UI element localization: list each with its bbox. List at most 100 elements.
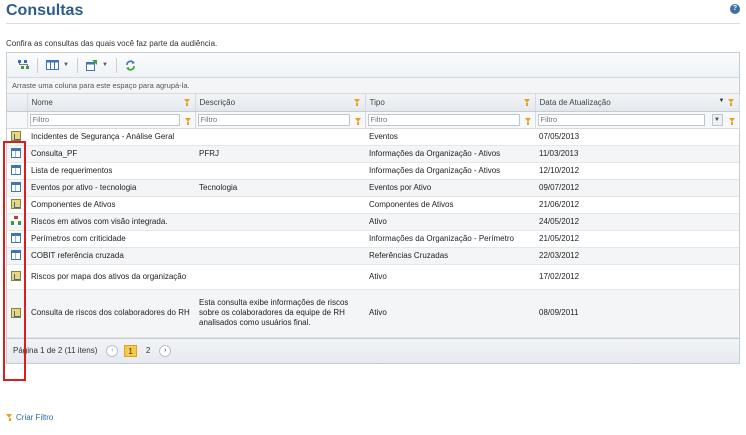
group-tree-button[interactable]	[13, 57, 34, 74]
cell-nome[interactable]: Eventos por ativo - tecnologia	[27, 179, 195, 197]
columns-button[interactable]: ▼	[41, 57, 74, 74]
cell-tipo: Eventos	[365, 128, 535, 146]
table-row[interactable]: Incidentes de Segurança - Análise Geral E…	[7, 128, 739, 146]
column-header-label: Nome	[31, 97, 53, 107]
cell-tipo: Ativo	[365, 213, 535, 231]
export-button[interactable]: ▼	[81, 57, 113, 74]
column-header-descricao[interactable]: Descrição	[195, 94, 366, 112]
cell-descricao	[195, 247, 365, 265]
table-row[interactable]: Componentes de Ativos Componentes de Ativ…	[7, 196, 739, 214]
cell-tipo: Ativo	[365, 264, 535, 290]
queries-table: Nome Descrição Tipo Data de Atualização ▼…	[7, 94, 740, 338]
cell-descricao	[195, 162, 365, 180]
cell-data: 12/10/2012	[535, 162, 739, 180]
cell-descricao: PFRJ	[195, 145, 365, 163]
toolbar-separator	[115, 57, 117, 73]
filter-funnel-icon[interactable]	[354, 117, 362, 125]
column-header-data[interactable]: Data de Atualização ▼	[535, 94, 740, 112]
filter-funnel-icon[interactable]	[524, 117, 532, 125]
refresh-icon	[125, 60, 135, 70]
title-divider	[6, 23, 740, 24]
cell-descricao	[195, 230, 365, 248]
create-filter-link[interactable]: Criar Filtro	[6, 413, 53, 422]
cell-tipo: Ativo	[365, 289, 535, 338]
cell-tipo: Informações da Organização - Ativos	[365, 162, 535, 180]
cell-data: 17/02/2012	[535, 264, 739, 290]
cell-descricao	[195, 213, 365, 231]
table-row[interactable]: Eventos por ativo - tecnologia Tecnologia…	[7, 179, 739, 197]
table-row[interactable]: Consulta de riscos dos colaboradores do …	[7, 289, 739, 338]
cell-nome[interactable]: Lista de requerimentos	[27, 162, 195, 180]
cell-tipo: Eventos por Ativo	[365, 179, 535, 197]
pager: Página 1 de 2 (11 itens) ‹ 1 2 ›	[7, 337, 739, 363]
sort-descending-icon[interactable]: ▼	[719, 98, 725, 104]
cell-nome[interactable]: COBIT referência cruzada	[27, 247, 195, 265]
page-1-button[interactable]: 1	[124, 344, 137, 357]
page-2-button[interactable]: 2	[143, 345, 153, 357]
cell-data: 22/03/2012	[535, 247, 739, 265]
cell-descricao	[195, 264, 365, 290]
cell-descricao	[195, 196, 365, 214]
columns-icon	[46, 60, 59, 70]
date-filter-dropdown-icon[interactable]: ▼	[711, 113, 723, 126]
cell-descricao: Tecnologia	[195, 179, 365, 197]
cell-nome[interactable]: Consulta de riscos dos colaboradores do …	[27, 289, 195, 338]
row-icons-highlight	[3, 141, 26, 381]
filter-cell-empty	[7, 111, 28, 129]
cell-nome[interactable]: Perímetros com criticidade	[27, 230, 195, 248]
column-header-tipo[interactable]: Tipo	[365, 94, 536, 112]
filter-funnel-icon[interactable]	[183, 99, 191, 106]
queries-grid: ▼ ▼ Arraste uma coluna para este espaço …	[6, 52, 740, 364]
table-row[interactable]: Consulta_PF PFRJ Informações da Organizaçã…	[7, 145, 739, 163]
cell-tipo: Informações da Organização - Ativos	[365, 145, 535, 163]
filter-input-nome[interactable]	[29, 113, 180, 126]
column-header-label: Data de Atualização	[539, 97, 611, 107]
page-subtitle: Confira as consultas das quais você faz …	[6, 39, 218, 48]
filter-funnel-icon[interactable]	[727, 99, 735, 106]
filter-funnel-icon	[6, 414, 13, 421]
table-row[interactable]: Riscos em ativos com visão integrada. Ati…	[7, 213, 739, 231]
filter-funnel-icon[interactable]	[353, 99, 361, 106]
cell-nome[interactable]: Riscos em ativos com visão integrada.	[27, 213, 195, 231]
filter-input-descricao[interactable]	[197, 113, 350, 126]
icon-column-header	[7, 94, 28, 112]
filter-funnel-icon[interactable]	[728, 117, 736, 125]
table-row[interactable]: Lista de requerimentos Informações da Org…	[7, 162, 739, 180]
cell-data: 21/05/2012	[535, 230, 739, 248]
cell-data: 09/07/2012	[535, 179, 739, 197]
cell-nome[interactable]: Consulta_PF	[27, 145, 195, 163]
export-icon	[85, 59, 97, 71]
column-header-nome[interactable]: Nome	[27, 94, 196, 112]
filter-input-tipo[interactable]	[367, 113, 520, 126]
group-by-drop-area[interactable]: Arraste uma coluna para este espaço para…	[7, 78, 739, 94]
page-title: Consultas	[6, 2, 84, 19]
cell-data: 07/05/2013	[535, 128, 739, 146]
cell-nome[interactable]: Riscos por mapa dos ativos da organizaçã…	[27, 264, 195, 290]
table-row[interactable]: Riscos por mapa dos ativos da organizaçã…	[7, 264, 739, 290]
cell-nome[interactable]: Componentes de Ativos	[27, 196, 195, 214]
filter-funnel-icon[interactable]	[523, 99, 531, 106]
toolbar-separator	[37, 57, 38, 73]
filter-funnel-icon[interactable]	[184, 117, 192, 125]
column-header-label: Tipo	[369, 97, 385, 107]
cell-data: 08/09/2011	[535, 289, 739, 338]
cell-data: 11/03/2013	[535, 145, 739, 163]
chart-query-icon	[11, 131, 21, 142]
table-row[interactable]: COBIT referência cruzada Referências Cruz…	[7, 247, 739, 265]
cell-data: 21/06/2012	[535, 196, 739, 214]
create-filter-label: Criar Filtro	[16, 413, 54, 422]
toolbar-separator	[76, 57, 78, 73]
grid-toolbar: ▼ ▼	[7, 53, 739, 78]
cell-nome[interactable]: Incidentes de Segurança - Análise Geral	[27, 128, 195, 146]
cell-tipo: Informações da Organização - Perímetro	[365, 230, 535, 248]
next-page-button[interactable]: ›	[159, 344, 172, 357]
help-icon[interactable]: ?	[730, 4, 740, 14]
filter-input-data[interactable]	[537, 113, 705, 126]
table-row[interactable]: Perímetros com criticidade Informações da…	[7, 230, 739, 248]
cell-tipo: Referências Cruzadas	[365, 247, 535, 265]
refresh-button[interactable]	[120, 57, 141, 74]
dropdown-arrow-icon: ▼	[63, 62, 69, 68]
previous-page-button[interactable]: ‹	[106, 344, 119, 357]
cell-descricao: Esta consulta exibe informações de risco…	[195, 289, 365, 338]
cell-descricao	[195, 128, 365, 146]
